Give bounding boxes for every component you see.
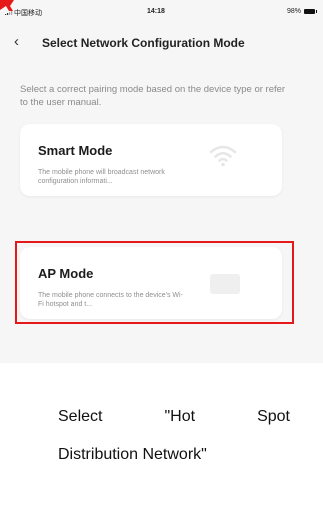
caption-word: Spot: [257, 408, 290, 425]
highlight-box: [15, 241, 294, 324]
navigation-bar: ‹ Select Network Configuration Mode: [0, 30, 323, 54]
annotation-caption: Select "Hot Spot Distribution Network": [58, 398, 290, 474]
status-bar: 中国移动 14:18 98%: [0, 6, 323, 20]
caption-word: "Hot: [164, 408, 196, 425]
smart-mode-title: Smart Mode: [38, 143, 113, 158]
caption-line-1: Select "Hot Spot: [58, 398, 290, 436]
caption-line-2: Distribution Network": [58, 446, 207, 463]
clock-label: 14:18: [147, 8, 165, 15]
wifi-icon: [209, 145, 237, 167]
smart-mode-card[interactable]: Smart Mode The mobile phone will broadca…: [20, 124, 282, 196]
instruction-text: Select a correct pairing mode based on t…: [20, 84, 286, 108]
page-title: Select Network Configuration Mode: [42, 36, 245, 50]
back-chevron-icon[interactable]: ‹: [14, 34, 28, 50]
carrier-label: 中国移动: [14, 10, 42, 17]
battery-percent: 98%: [286, 8, 301, 15]
smart-mode-description: The mobile phone will broadcast network …: [38, 169, 165, 185]
battery-icon: [304, 9, 317, 14]
caption-word: Select: [58, 408, 103, 425]
signal-icon: [5, 11, 13, 15]
